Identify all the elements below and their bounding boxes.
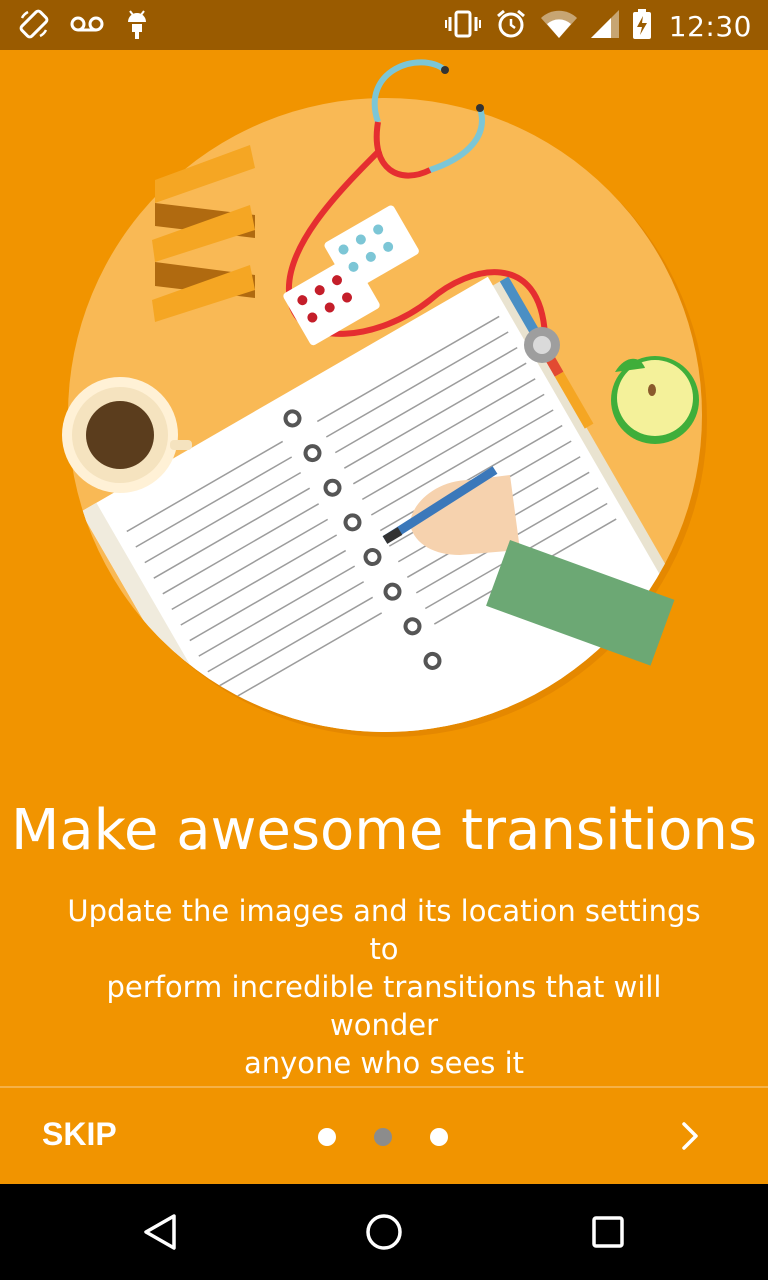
skip-button[interactable]: SKIP (42, 1116, 117, 1153)
onboarding-footer: SKIP (0, 1088, 768, 1184)
page-dot-1[interactable] (318, 1128, 336, 1146)
chevron-right-icon (672, 1122, 708, 1159)
alarm-icon (495, 8, 527, 44)
page-dot-2-active[interactable] (374, 1128, 392, 1146)
page-indicator (318, 1128, 448, 1146)
battery-charging-icon (632, 9, 651, 43)
screen-rotation-icon (18, 8, 50, 44)
status-time: 12:30 (668, 9, 752, 43)
recents-button[interactable] (588, 1212, 628, 1252)
voicemail-icon (70, 14, 104, 38)
subtitle-line: Update the images and its location setti… (67, 894, 701, 966)
back-button[interactable] (140, 1212, 180, 1252)
home-button[interactable] (364, 1212, 404, 1252)
wifi-icon (540, 10, 577, 42)
next-button[interactable] (672, 1116, 708, 1156)
page-dot-3[interactable] (430, 1128, 448, 1146)
status-bar: 12:30 (0, 0, 768, 50)
medical-notebook-illustration (40, 50, 740, 750)
recents-square-icon (588, 1216, 628, 1255)
subtitle-line: perform incredible transitions that will… (106, 970, 662, 1042)
android-debug-icon (124, 8, 150, 44)
cell-signal-icon (590, 10, 619, 42)
vibrate-icon (444, 9, 481, 43)
home-circle-icon (364, 1214, 404, 1255)
navigation-bar (0, 1184, 768, 1280)
onboarding-title: Make awesome transitions (10, 798, 758, 863)
subtitle-line: anyone who sees it (243, 1046, 525, 1080)
onboarding-subtitle: Update the images and its location setti… (54, 892, 714, 1082)
back-triangle-icon (140, 1214, 180, 1255)
onboarding-page: Make awesome transitions Update the imag… (0, 50, 768, 1184)
